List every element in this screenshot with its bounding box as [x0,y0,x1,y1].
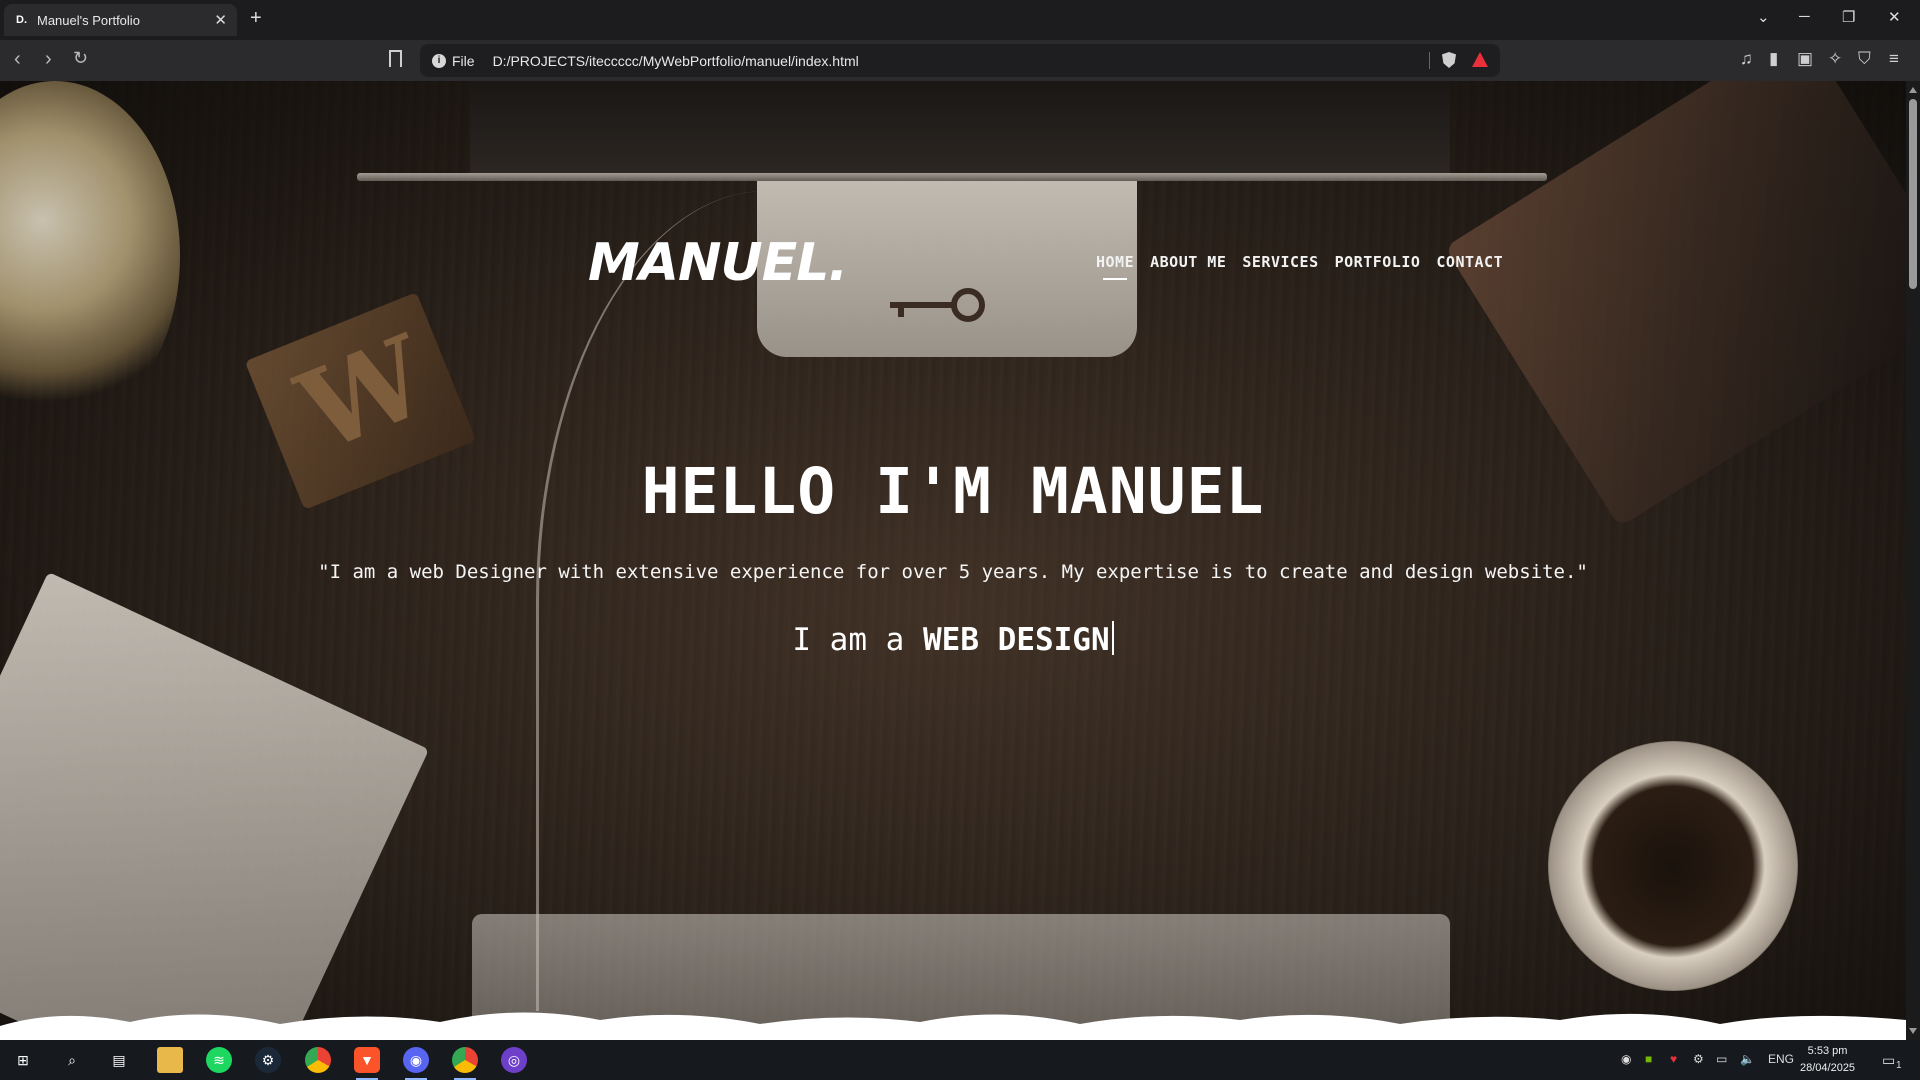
discord-tray-icon[interactable]: ◉ [1621,1052,1631,1066]
brave-rewards-icon[interactable] [1472,52,1488,67]
typed-prefix: I am a [792,622,923,658]
new-tab-button[interactable]: + [250,7,262,30]
hero-quote: "I am a web Designer with extensive expe… [318,561,1588,583]
background-coffee-mug [1548,741,1798,991]
search-icon[interactable]: ⌕ [59,1047,85,1073]
brave-shields-icon[interactable] [1442,52,1456,68]
brave-icon[interactable]: ▼ [354,1047,380,1080]
forward-button[interactable]: › [45,48,52,71]
antivirus-tray-icon[interactable]: ♥ [1670,1052,1677,1066]
steam-icon[interactable]: ⚙ [255,1047,281,1073]
task-view-icon[interactable]: ▤ [106,1047,132,1073]
background-key [890,288,985,322]
nav-about-me[interactable]: ABOUT ME [1150,253,1226,271]
media-icon[interactable]: ♫ [1740,49,1753,69]
clock-date: 28/04/2025 [1800,1062,1856,1074]
discord-icon[interactable]: ◉ [403,1047,429,1080]
info-icon[interactable]: i [432,53,446,68]
site-logo[interactable]: MANUEL. [588,233,848,293]
back-button[interactable]: ‹ [14,48,21,71]
typing-cursor [1111,621,1114,655]
nav-portfolio[interactable]: PORTFOLIO [1335,253,1421,271]
menu-icon[interactable]: ≡ [1889,49,1899,69]
url-text[interactable]: D:/PROJECTS/iteccccc/MyWebPortfolio/manu… [493,53,859,69]
network-icon[interactable]: ▭ [1716,1052,1727,1066]
steam-tray-icon[interactable]: ⚙ [1693,1052,1704,1066]
restore-button[interactable]: ❐ [1842,8,1855,26]
browser-tab[interactable]: D. Manuel's Portfolio ✕ [4,4,237,36]
address-bar[interactable]: i File D:/PROJECTS/iteccccc/MyWebPortfol… [420,44,1500,77]
minimize-button[interactable]: ─ [1799,8,1810,25]
spotify-icon[interactable]: ≋ [206,1047,232,1073]
cloud-divider [0,1012,1906,1040]
background-monitor-edge [357,173,1547,181]
windows-start-icon[interactable]: ⊞ [10,1047,36,1073]
system-clock[interactable]: 5:53 pm 28/04/2025 [1800,1043,1855,1077]
close-window-button[interactable]: ✕ [1888,8,1901,26]
scroll-up-arrow-icon[interactable] [1909,87,1917,93]
leo-ai-icon[interactable]: ✧ [1828,49,1842,69]
windows-taskbar: ⊞ ⌕ ▤ ≋ ⚙ ▼ ◉ ◎ ◉ ■ ♥ ⚙ ▭ 🔈 ENG 5:53 pm … [0,1040,1920,1080]
wallet-icon[interactable]: ▣ [1797,49,1813,69]
close-tab-icon[interactable]: ✕ [214,11,227,29]
reload-button[interactable]: ↻ [73,48,88,69]
nav-home[interactable]: HOME [1096,253,1134,280]
page-scrollbar[interactable] [1906,81,1920,1040]
language-indicator[interactable]: ENG [1768,1052,1794,1066]
github-icon[interactable]: ◎ [501,1047,527,1073]
page-viewport: W MANUEL. HOME ABOUT ME SERVICES PORTFOL… [0,81,1906,1040]
file-explorer-icon[interactable] [157,1047,183,1073]
background-lamp [0,81,180,431]
tab-title: Manuel's Portfolio [37,12,140,28]
scrollbar-thumb[interactable] [1909,99,1917,289]
typed-word: WEB DESIGN [923,622,1110,658]
nav-contact[interactable]: CONTACT [1436,253,1503,271]
hero-title: HELLO I'M MANUEL [641,455,1265,528]
notification-count: 1 [1896,1060,1902,1071]
nvidia-tray-icon[interactable]: ■ [1645,1052,1652,1066]
scheme-label: File [452,52,475,69]
chrome-profile-icon[interactable] [452,1047,478,1080]
tab-list-chevron-icon[interactable]: ⌄ [1757,8,1770,26]
sidebar-icon[interactable]: ▮ [1769,49,1778,69]
notification-center-icon[interactable]: ▭ [1882,1052,1895,1069]
nav-services[interactable]: SERVICES [1242,253,1318,271]
scroll-down-arrow-icon[interactable] [1909,1028,1917,1034]
site-nav: HOME ABOUT ME SERVICES PORTFOLIO CONTACT [1096,253,1503,280]
bookmark-icon[interactable] [389,50,402,67]
vpn-icon[interactable]: ⛉ [1858,49,1871,69]
clock-time: 5:53 pm [1807,1045,1848,1057]
chrome-icon[interactable] [305,1047,331,1073]
typed-text: I am a WEB DESIGN [0,621,1906,658]
divider [1429,52,1430,69]
background-monitor [470,81,1450,173]
browser-tab-bar: D. Manuel's Portfolio ✕ + ⌄ ─ ❐ ✕ [0,0,1920,40]
site-favicon-icon: D. [16,14,27,26]
browser-toolbar: ‹ › ↻ i File D:/PROJECTS/iteccccc/MyWebP… [0,40,1920,81]
volume-icon[interactable]: 🔈 [1740,1052,1755,1066]
